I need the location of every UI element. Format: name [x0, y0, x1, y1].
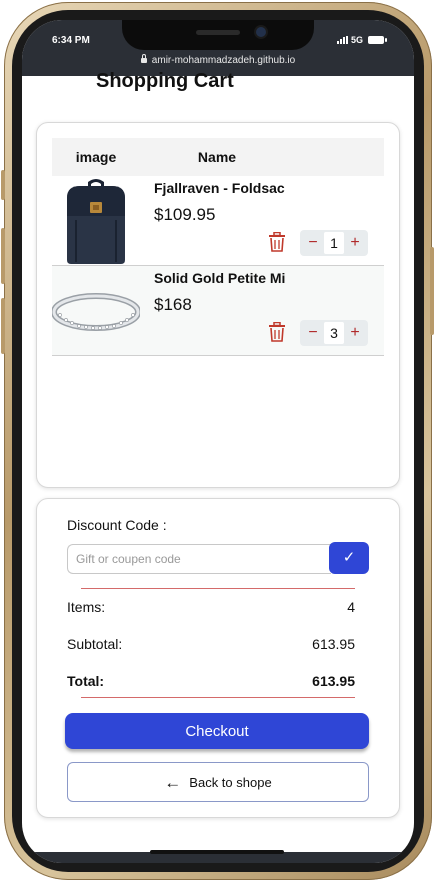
backpack-image	[67, 179, 125, 264]
total-label: Total:	[67, 673, 105, 689]
product-price: $168	[154, 295, 192, 314]
apply-discount-button[interactable]: ✓	[329, 542, 369, 574]
total-value: 613.95	[312, 673, 355, 689]
checkout-button[interactable]: Checkout	[65, 713, 369, 749]
increase-quantity-button[interactable]: +	[347, 320, 363, 346]
arrow-left-icon: ←	[164, 772, 182, 792]
subtotal-label: Subtotal:	[67, 636, 123, 652]
cart-card: image Name Fjallraven - Foldsac $109.95	[36, 122, 400, 488]
quantity-stepper: − 3 +	[300, 320, 368, 346]
speaker	[196, 30, 240, 35]
trash-icon[interactable]	[268, 322, 286, 342]
increase-quantity-button[interactable]: +	[347, 230, 363, 256]
subtotal-row: Subtotal: 613.95	[67, 636, 355, 652]
page-title: Shopping Cart	[96, 70, 234, 92]
quantity-value: 1	[324, 232, 344, 254]
volume-down-button	[1, 298, 5, 354]
table-row: Fjallraven - Foldsac $109.95 − 1 +	[52, 176, 384, 266]
back-to-shop-button[interactable]: ← Back to shope	[67, 762, 369, 802]
phone-screen: 6:34 PM 5G amir-mohammadzadeh.github.io …	[22, 20, 414, 863]
status-time: 6:34 PM	[52, 35, 90, 46]
items-label: Items:	[67, 599, 106, 615]
product-name[interactable]: Fjallraven - Foldsac	[154, 180, 380, 196]
address-bar[interactable]: amir-mohammadzadeh.github.io	[22, 54, 414, 66]
quantity-stepper: − 1 +	[300, 230, 368, 256]
trash-icon[interactable]	[268, 232, 286, 252]
signal-icon	[337, 36, 348, 44]
items-value: 4	[347, 599, 355, 615]
power-button	[430, 247, 434, 335]
url-text: amir-mohammadzadeh.github.io	[151, 55, 296, 66]
decrease-quantity-button[interactable]: −	[305, 230, 321, 256]
discount-code-input[interactable]	[67, 544, 331, 574]
battery-icon	[368, 36, 388, 44]
decrease-quantity-button[interactable]: −	[305, 320, 321, 346]
divider	[81, 697, 355, 698]
notch	[122, 20, 314, 50]
product-name[interactable]: Solid Gold Petite Mi	[154, 270, 380, 286]
column-header-name: Name	[197, 149, 237, 165]
quantity-value: 3	[324, 322, 344, 344]
bracelet-image	[52, 293, 140, 331]
product-price: $109.95	[154, 205, 216, 224]
status-bar: 6:34 PM 5G amir-mohammadzadeh.github.io	[22, 20, 414, 76]
mute-switch	[1, 170, 5, 200]
check-icon: ✓	[342, 549, 356, 566]
lock-icon	[140, 54, 147, 63]
order-summary-card: Discount Code : ✓ Items: 4 Subtotal: 613…	[36, 498, 400, 818]
divider	[81, 588, 355, 589]
total-row: Total: 613.95	[67, 673, 355, 689]
items-count-row: Items: 4	[67, 599, 355, 615]
discount-code-label: Discount Code :	[67, 517, 167, 533]
home-indicator[interactable]	[150, 850, 284, 854]
back-to-shop-label: Back to shope	[189, 774, 272, 790]
network-type: 5G	[351, 35, 364, 45]
table-row: Solid Gold Petite Mi $168 − 3 +	[52, 266, 384, 356]
status-indicators: 5G	[337, 35, 388, 45]
volume-up-button	[1, 228, 5, 284]
subtotal-value: 613.95	[312, 636, 355, 652]
cart-table-header: image Name	[52, 138, 384, 176]
camera	[256, 27, 266, 37]
column-header-image: image	[75, 149, 117, 165]
